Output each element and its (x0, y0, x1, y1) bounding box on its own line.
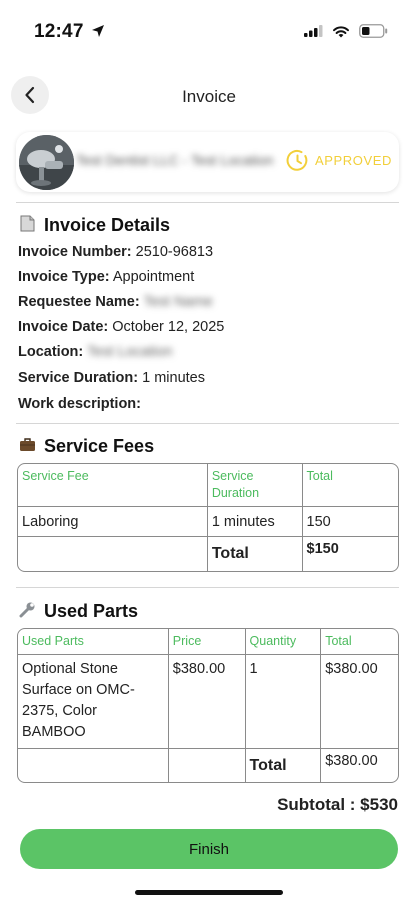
table-cell (18, 537, 208, 571)
table-header-row: Service Fee Service Duration Total (18, 464, 398, 507)
status-time-text: 12:47 (34, 21, 84, 42)
status-time: 12:47 (34, 21, 105, 43)
column-header: Quantity (245, 629, 322, 655)
used-parts-title: Used Parts (18, 601, 138, 622)
location-arrow-icon (92, 25, 105, 37)
work-description-row: Work description: (18, 396, 141, 412)
document-icon (18, 215, 36, 236)
wifi-icon (333, 25, 349, 37)
divider (16, 423, 399, 424)
cellular-signal-icon (304, 25, 323, 37)
used-parts-title-text: Used Parts (44, 601, 139, 621)
service-fees-title-text: Service Fees (44, 436, 155, 456)
location-row: Location: Test Location (18, 344, 172, 360)
clock-icon (286, 149, 308, 171)
subtotal: Subtotal : $530 (277, 795, 398, 814)
battery-icon (359, 24, 388, 38)
column-header: Price (168, 629, 246, 655)
briefcase-icon (18, 437, 36, 456)
dental-chair-image (19, 135, 74, 190)
service-duration-value: 1 minutes (142, 370, 205, 386)
table-cell: $380.00 (168, 655, 246, 749)
service-fees-title: Service Fees (18, 436, 154, 457)
invoice-number-row: Invoice Number: 2510-96813 (18, 244, 213, 260)
invoice-date-value: October 12, 2025 (112, 319, 225, 335)
table-cell: 1 minutes (207, 507, 303, 537)
invoice-type-value: Appointment (112, 269, 195, 285)
requestee-row: Requestee Name: Test Name (18, 294, 213, 310)
column-header: Service Fee (18, 464, 208, 507)
invoice-details-title: Invoice Details (18, 215, 170, 236)
invoice-type-row: Invoice Type: Appointment (18, 269, 194, 285)
status-bar: 12:47 (0, 0, 418, 60)
table-row: Laboring 1 minutes 150 (18, 507, 398, 537)
status-badge: APPROVED (286, 149, 392, 172)
table-row: Optional Stone Surface on OMC-2375, Colo… (18, 655, 398, 749)
finish-button[interactable]: Finish (20, 829, 398, 869)
invoice-date-label: Invoice Date: (18, 319, 109, 335)
service-fees-table: Service Fee Service Duration Total Labor… (17, 463, 399, 572)
table-cell: Optional Stone Surface on OMC-2375, Colo… (18, 655, 169, 749)
column-header: Service Duration (207, 464, 303, 507)
used-parts-table: Used Parts Price Quantity Total Optional… (17, 628, 399, 783)
requestee-value: Test Name (143, 294, 213, 310)
table-cell (18, 749, 169, 782)
status-badge-text: APPROVED (314, 153, 392, 168)
wrench-icon (18, 601, 36, 622)
invoice-date-row: Invoice Date: October 12, 2025 (18, 319, 224, 335)
location-label: Location: (18, 344, 84, 360)
total-value: $150 (306, 541, 339, 557)
divider (16, 587, 399, 588)
total-value: $380.00 (325, 753, 378, 769)
vendor-card: Test Dentist LLC - Test Location APPROVE… (16, 132, 399, 192)
work-description-label: Work description: (18, 396, 141, 412)
table-cell: 1 (245, 655, 322, 749)
vendor-name: Test Dentist LLC - Test Location (76, 152, 274, 168)
column-header: Used Parts (18, 629, 169, 655)
table-cell: Laboring (18, 507, 208, 537)
header: Invoice (0, 76, 418, 118)
page-title: Invoice (182, 87, 236, 106)
table-header-row: Used Parts Price Quantity Total (18, 629, 398, 655)
column-header: Total (302, 464, 398, 507)
table-cell: 150 (302, 507, 398, 537)
invoice-type-label: Invoice Type: (18, 269, 110, 285)
service-duration-label: Service Duration: (18, 370, 139, 386)
vendor-avatar (19, 135, 74, 190)
location-value: Test Location (87, 344, 173, 360)
home-indicator (135, 890, 283, 895)
table-total-row: Total $150 (18, 537, 398, 571)
requestee-label: Requestee Name: (18, 294, 140, 310)
total-label: Total (208, 537, 303, 571)
total-label: Total (246, 749, 322, 782)
table-cell (169, 749, 246, 782)
divider (16, 202, 399, 203)
status-icons (304, 24, 388, 38)
table-total-row: Total $380.00 (18, 749, 398, 782)
invoice-number-value: 2510-96813 (135, 244, 214, 260)
invoice-number-label: Invoice Number: (18, 244, 132, 260)
invoice-details-title-text: Invoice Details (44, 215, 171, 235)
column-header: Total (321, 629, 398, 655)
table-cell: $380.00 (321, 655, 398, 749)
service-duration-row: Service Duration: 1 minutes (18, 370, 205, 386)
